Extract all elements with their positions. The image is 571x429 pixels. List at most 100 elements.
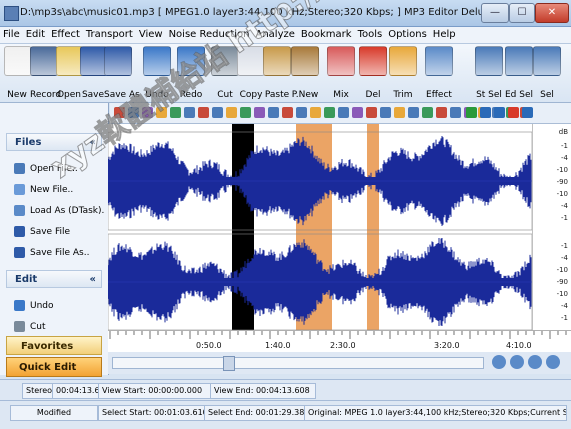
tool-icon[interactable] [198, 107, 209, 118]
timeline-ticks [109, 331, 567, 339]
app-icon [4, 6, 19, 21]
close-button[interactable]: ✕ [535, 3, 569, 23]
toolbar-button-save[interactable]: Save [80, 46, 108, 100]
tool-icon[interactable] [254, 107, 265, 118]
tool-icon[interactable] [366, 107, 377, 118]
tool-icon[interactable] [170, 107, 181, 118]
toolbar-button-mix[interactable]: Mix [326, 46, 356, 100]
toolbar-button-trim[interactable]: Trim [388, 46, 418, 100]
menu-help[interactable]: Help [430, 27, 459, 40]
stop-icon[interactable] [494, 107, 505, 118]
selection-region[interactable] [367, 124, 379, 330]
panel-item-cut[interactable]: Cut [14, 319, 46, 335]
toolbar-label: Trim [393, 90, 413, 100]
toolbar-label: Record [30, 90, 62, 100]
toolbar-button-st-sel[interactable]: St Sel [474, 46, 504, 100]
toolbar-button-undo[interactable]: Undo [142, 46, 172, 100]
horizontal-scrollbar[interactable] [112, 356, 484, 371]
tool-icon[interactable] [268, 107, 279, 118]
toolbar-button-p-new[interactable]: P.New [290, 46, 320, 100]
tool-icon[interactable] [156, 107, 167, 118]
tool-icon[interactable] [422, 107, 433, 118]
tool-icon[interactable] [296, 107, 307, 118]
panel-item-save-file-as[interactable]: Save File As.. [14, 245, 89, 261]
tool-icon[interactable] [436, 107, 447, 118]
menu-view[interactable]: View [136, 27, 166, 40]
waveform-canvas[interactable] [107, 124, 533, 331]
toolbar-button-del[interactable]: Del [358, 46, 388, 100]
scroll-zoom-row [108, 352, 571, 374]
tool-icon[interactable] [324, 107, 335, 118]
tool-icon[interactable] [184, 107, 195, 118]
toolbar-button-redo[interactable]: Redo [176, 46, 206, 100]
tool-icon[interactable] [128, 107, 139, 118]
mix-icon [327, 46, 355, 76]
menu-bookmark[interactable]: Bookmark [298, 27, 355, 40]
tool-icon[interactable] [408, 107, 419, 118]
toolbar-button-open[interactable]: Open [56, 46, 84, 100]
timeline-ruler[interactable]: 0:50.0 1:40.0 2:30.0 3:20.0 4:10.0 [108, 330, 571, 353]
edit-panel-header[interactable]: Edit « [6, 270, 102, 288]
toolbar-label: St Sel [476, 90, 502, 100]
files-header-label: Files [15, 137, 42, 148]
tool-icon[interactable] [226, 107, 237, 118]
toolbar-button-effect[interactable]: Effect [424, 46, 454, 100]
menu-transport[interactable]: Transport [83, 27, 136, 40]
db-unit-label: dB [558, 128, 568, 136]
toolbar-button-new[interactable]: New [4, 46, 32, 100]
menu-file[interactable]: File [0, 27, 23, 40]
new-file-icon [14, 184, 25, 195]
toolbar-button-save-as[interactable]: Save As [104, 46, 140, 100]
tool-icon[interactable] [310, 107, 321, 118]
toolbar-label: Ed Sel [504, 90, 533, 100]
panel-item-save-file[interactable]: Save File [14, 224, 70, 240]
files-panel-header[interactable]: Files « [6, 133, 102, 151]
menu-options[interactable]: Options [385, 27, 430, 40]
toolbar-button-ed-sel[interactable]: Ed Sel [504, 46, 534, 100]
panel-item-open-file[interactable]: Open File.. [14, 161, 78, 177]
toolbar-button-record[interactable]: Record [30, 46, 62, 100]
tool-icon[interactable] [114, 107, 125, 118]
tool-icon[interactable] [240, 107, 251, 118]
zoom-out-icon[interactable] [510, 355, 524, 369]
load-as-icon [14, 205, 25, 216]
quick-edit-bar[interactable]: Quick Edit [6, 357, 102, 377]
zoom-selection-icon[interactable] [546, 355, 560, 369]
toolbar-button-paste[interactable]: Paste [262, 46, 292, 100]
db-tick-label: -4 [561, 254, 568, 262]
tool-icon[interactable] [450, 107, 461, 118]
tool-icon[interactable] [352, 107, 363, 118]
menu-analyze[interactable]: Analyze [252, 27, 297, 40]
panel-item-load-as-dtask[interactable]: Load As (DTask). [14, 203, 104, 219]
favorites-bar[interactable]: Favorites [6, 336, 102, 355]
panel-item-undo[interactable]: Undo [14, 298, 54, 314]
toolbar-button-sel[interactable]: Sel [532, 46, 562, 100]
duration-status: 00:04:13.6 [52, 383, 102, 399]
menu-noise-reduction[interactable]: Noise Reduction [166, 27, 253, 40]
menu-edit[interactable]: Edit [23, 27, 48, 40]
format-status: Original: MPEG 1.0 layer3:44,100 kHz;Ste… [304, 405, 567, 421]
panel-item-label: Save File As.. [30, 248, 90, 258]
scroll-thumb[interactable] [223, 356, 235, 371]
tool-icon[interactable] [282, 107, 293, 118]
tool-icon[interactable] [338, 107, 349, 118]
collapse-chevron-icon[interactable]: « [90, 271, 96, 289]
record-icon[interactable] [508, 107, 519, 118]
waveform-view[interactable] [107, 124, 533, 331]
collapse-chevron-icon[interactable]: « [90, 134, 96, 152]
tool-icon[interactable] [394, 107, 405, 118]
tool-icon[interactable] [380, 107, 391, 118]
minimize-button[interactable]: — [481, 3, 509, 23]
tool-icon[interactable] [212, 107, 223, 118]
play-icon[interactable] [466, 107, 477, 118]
pause-icon[interactable] [480, 107, 491, 118]
panel-item-new-file[interactable]: New File.. [14, 182, 73, 198]
db-tick-label: -10 [556, 290, 568, 298]
menu-effect[interactable]: Effect [48, 27, 83, 40]
tool-icon[interactable] [142, 107, 153, 118]
maximize-button[interactable]: ☐ [509, 3, 535, 23]
menu-tools[interactable]: Tools [355, 27, 386, 40]
loop-icon[interactable] [522, 107, 533, 118]
zoom-in-icon[interactable] [492, 355, 506, 369]
zoom-fit-icon[interactable] [528, 355, 542, 369]
